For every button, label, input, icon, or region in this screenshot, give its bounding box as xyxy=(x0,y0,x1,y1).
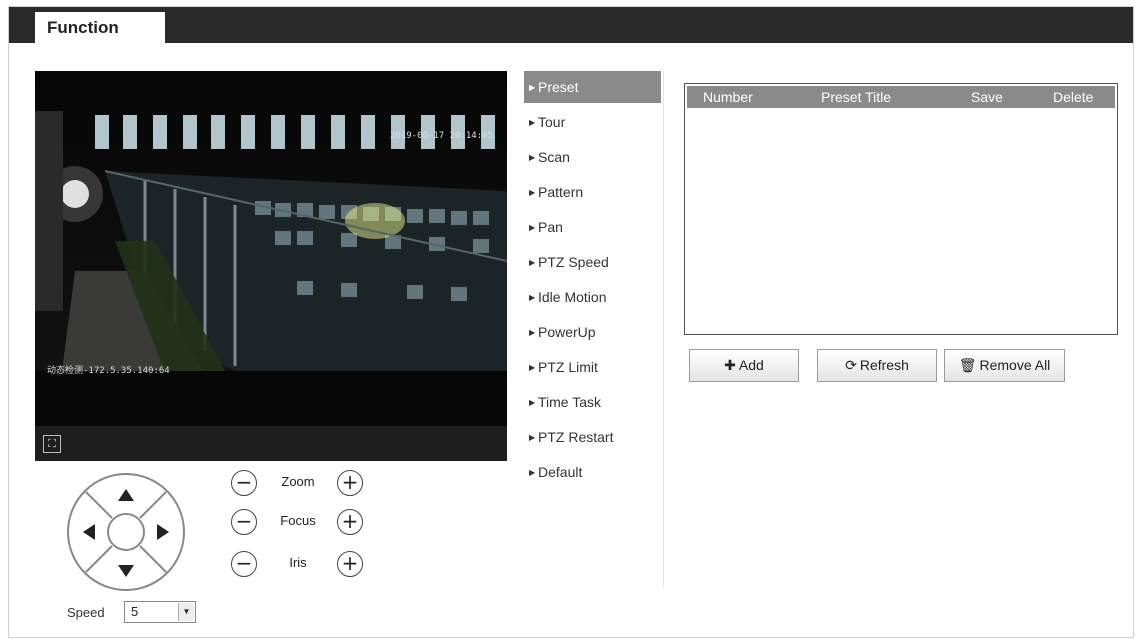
arrow-right-icon xyxy=(157,524,169,540)
zoom-label: Zoom xyxy=(281,474,315,489)
refresh-button[interactable]: ⟳ Refresh xyxy=(817,349,937,382)
zoom-control: − Zoom + xyxy=(231,470,371,500)
menu-item-preset[interactable]: ▶ Preset xyxy=(524,71,661,103)
menu-item-ptz-restart[interactable]: ▶ PTZ Restart xyxy=(524,421,661,453)
top-bar: Function xyxy=(9,7,1133,43)
arrow-down-icon xyxy=(118,565,134,577)
osd-camera-label: 动态检测-172.5.35.140:64 xyxy=(47,366,170,376)
video-toolbar: ⛶ xyxy=(35,426,507,461)
menu-item-tour[interactable]: ▶ Tour xyxy=(524,106,661,138)
iris-label: Iris xyxy=(289,555,307,570)
menu-item-powerup[interactable]: ▶ PowerUp xyxy=(524,316,661,348)
menu-item-default[interactable]: ▶ Default xyxy=(524,456,661,488)
speed-select[interactable]: 5 ▼ xyxy=(124,601,196,623)
menu-item-pattern[interactable]: ▶ Pattern xyxy=(524,176,661,208)
caret-right-icon: ▶ xyxy=(529,398,536,407)
menu-item-pan[interactable]: ▶ Pan xyxy=(524,211,661,243)
caret-right-icon: ▶ xyxy=(529,118,536,127)
menu-item-ptz-speed[interactable]: ▶ PTZ Speed xyxy=(524,246,661,278)
dropdown-arrow-icon[interactable]: ▼ xyxy=(178,603,194,621)
ptz-right-button[interactable] xyxy=(147,517,177,547)
arrow-up-icon xyxy=(118,489,134,501)
focus-control: − Focus + xyxy=(231,509,371,539)
column-number: Number xyxy=(703,89,753,105)
caret-right-icon: ▶ xyxy=(529,363,536,372)
menu-item-idle-motion[interactable]: ▶ Idle Motion xyxy=(524,281,661,313)
ptz-direction-pad[interactable] xyxy=(67,473,185,591)
plus-icon: ✚ xyxy=(724,357,736,373)
caret-right-icon: ▶ xyxy=(529,293,536,302)
ptz-up-button[interactable] xyxy=(111,483,141,513)
tab-function[interactable]: Function xyxy=(35,12,165,43)
caret-right-icon: ▶ xyxy=(529,223,536,232)
refresh-icon: ⟳ xyxy=(845,357,857,373)
iris-minus-button[interactable]: − xyxy=(231,551,257,577)
menu-item-time-task[interactable]: ▶ Time Task xyxy=(524,386,661,418)
column-preset-title: Preset Title xyxy=(821,89,892,105)
page-frame: Function 2019-06-17 20:14:05 动态检测-172.5.… xyxy=(8,6,1134,638)
iris-control: − Iris + xyxy=(231,551,371,581)
zoom-out-button[interactable]: − xyxy=(231,470,257,496)
speed-label: Speed xyxy=(67,605,105,620)
speed-value: 5 xyxy=(131,604,139,619)
iris-plus-button[interactable]: + xyxy=(337,551,363,577)
caret-right-icon: ▶ xyxy=(529,433,536,442)
column-save: Save xyxy=(971,89,1003,105)
zoom-in-button[interactable]: + xyxy=(337,470,363,496)
live-video: 2019-06-17 20:14:05 动态检测-172.5.35.140:64… xyxy=(35,71,507,461)
remove-all-button[interactable]: 🗑 Remove All xyxy=(944,349,1065,382)
caret-right-icon: ▶ xyxy=(529,188,536,197)
caret-right-icon: ▶ xyxy=(529,153,536,162)
function-menu: ▶ Preset ▶ Tour ▶ Scan ▶ Pattern ▶ Pan ▶ PTZ S… xyxy=(524,71,664,587)
focus-plus-button[interactable]: + xyxy=(337,509,363,535)
caret-right-icon: ▶ xyxy=(529,328,536,337)
caret-right-icon: ▶ xyxy=(529,468,536,477)
preset-table: Number Preset Title Save Delete xyxy=(684,83,1118,335)
video-scene: 2019-06-17 20:14:05 动态检测-172.5.35.140:64 xyxy=(35,71,507,426)
arrow-left-icon xyxy=(83,524,95,540)
ptz-left-button[interactable] xyxy=(75,517,105,547)
focus-label: Focus xyxy=(280,513,316,528)
menu-item-scan[interactable]: ▶ Scan xyxy=(524,141,661,173)
focus-minus-button[interactable]: − xyxy=(231,509,257,535)
caret-right-icon: ▶ xyxy=(529,83,536,92)
ptz-down-button[interactable] xyxy=(111,553,141,583)
caret-right-icon: ▶ xyxy=(529,258,536,267)
trash-icon: 🗑 xyxy=(958,357,977,373)
menu-item-ptz-limit[interactable]: ▶ PTZ Limit xyxy=(524,351,661,383)
fullscreen-icon[interactable]: ⛶ xyxy=(43,435,61,453)
osd-timestamp: 2019-06-17 20:14:05 xyxy=(390,131,493,141)
table-header: Number Preset Title Save Delete xyxy=(687,86,1115,108)
add-button[interactable]: ✚ Add xyxy=(689,349,799,382)
column-delete: Delete xyxy=(1053,89,1094,105)
